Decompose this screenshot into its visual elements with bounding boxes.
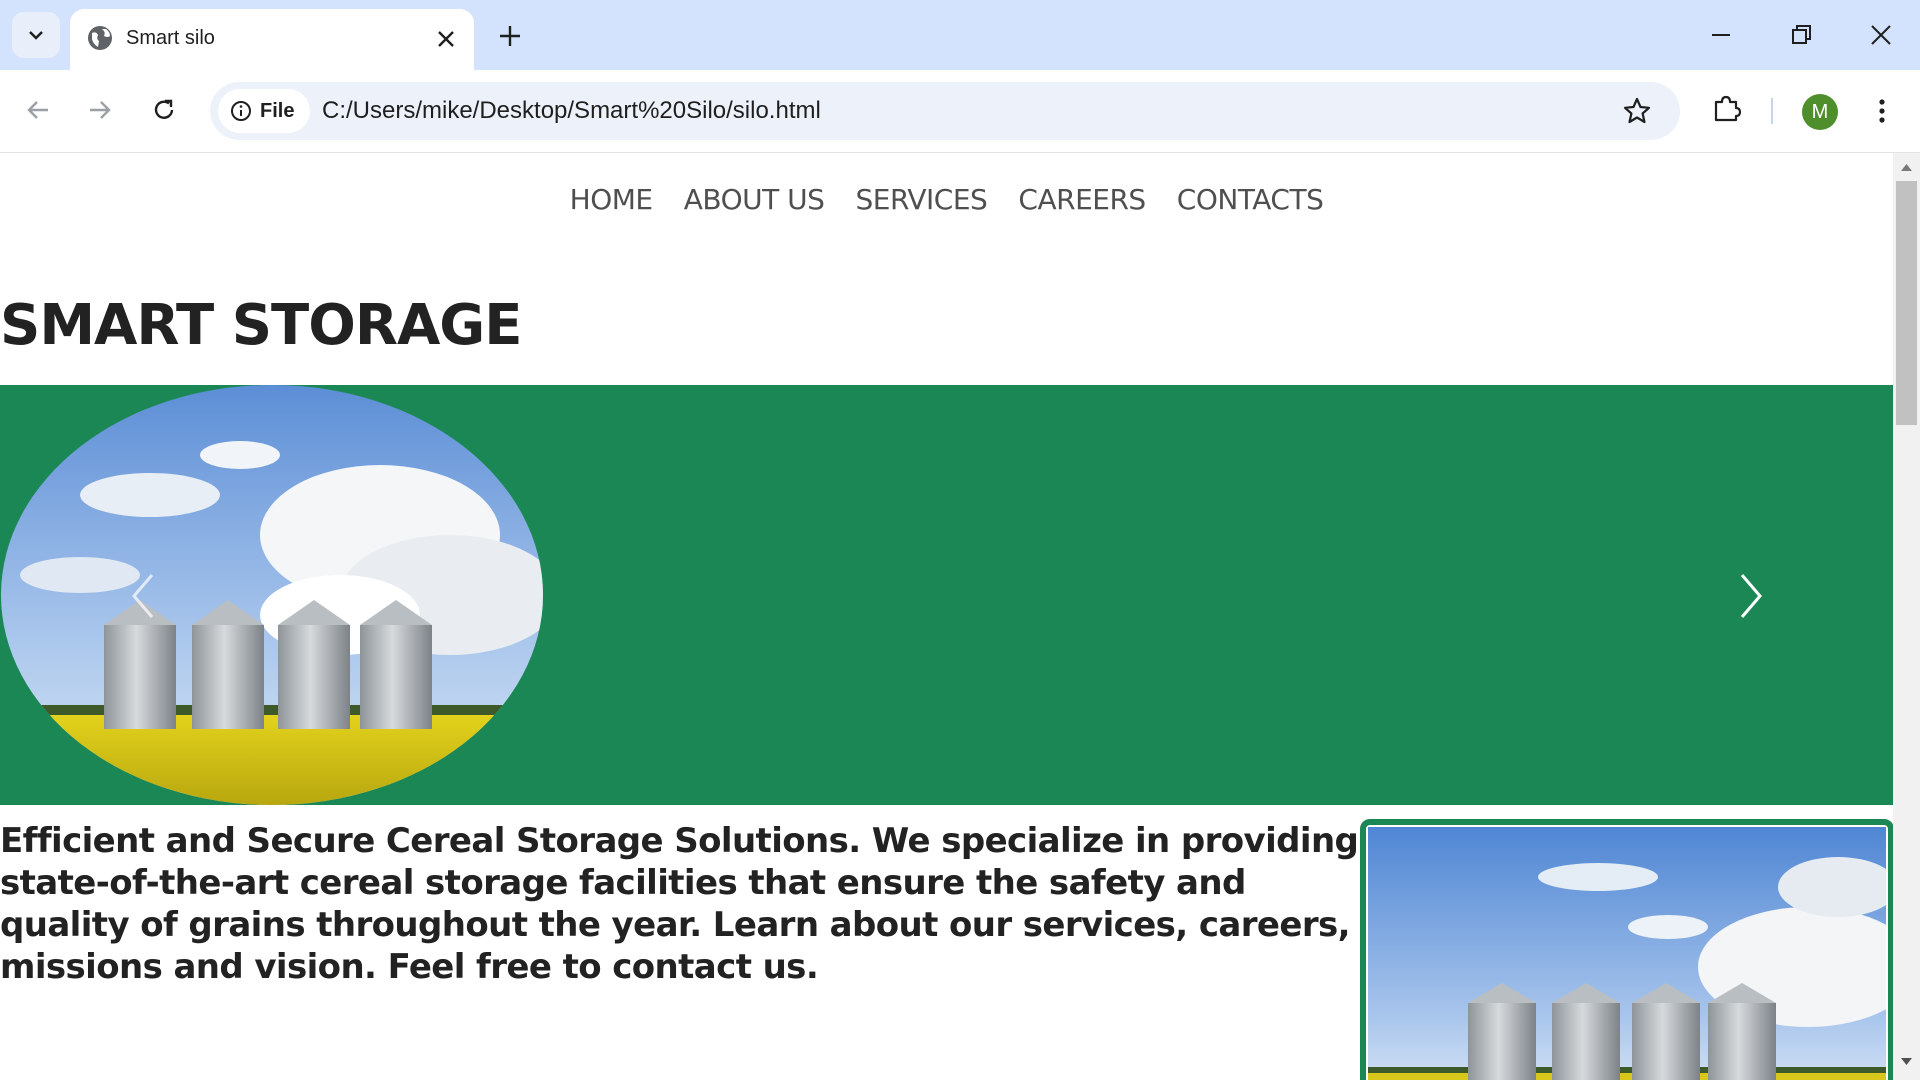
tab-search-button[interactable] [12,12,60,58]
intro-text: Efficient and Secure Cereal Storage Solu… [0,821,1359,987]
avatar[interactable]: M [1802,94,1838,130]
site-nav: HOME ABOUT US SERVICES CAREERS CONTACTS [0,183,1893,216]
minimize-icon[interactable] [1706,20,1736,50]
restore-icon[interactable] [1786,20,1816,50]
extensions-icon[interactable] [1710,92,1742,124]
globe-icon [88,26,112,50]
page-scrollbar[interactable] [1893,153,1920,1080]
info-icon [231,101,251,121]
tab-bar: Smart silo [0,0,1920,70]
side-image-card [1360,819,1893,1080]
tab-title: Smart silo [126,27,215,49]
silo-image-side [1368,827,1886,1080]
scroll-down-icon[interactable] [1899,1056,1914,1068]
chevron-left-icon[interactable] [128,571,158,621]
close-icon[interactable] [434,27,458,51]
star-icon[interactable] [1622,96,1652,126]
reload-icon[interactable] [148,94,180,126]
silo-image-oval [1,385,543,805]
window-close-icon[interactable] [1866,20,1896,50]
back-icon[interactable] [22,94,54,126]
plus-icon[interactable] [496,22,524,50]
forward-icon[interactable] [84,94,116,126]
chevron-right-icon[interactable] [1736,571,1766,621]
toolbar-divider [1771,98,1773,124]
nav-home[interactable]: HOME [570,183,653,216]
active-tab[interactable]: Smart silo [70,9,474,70]
nav-services[interactable]: SERVICES [855,183,987,216]
nav-contacts[interactable]: CONTACTS [1177,183,1324,216]
nav-about-us[interactable]: ABOUT US [684,183,825,216]
site-info-chip[interactable]: File [218,89,310,133]
page-title: SMART STORAGE [0,293,523,358]
scroll-up-icon[interactable] [1899,161,1914,173]
scrollbar-thumb[interactable] [1896,181,1917,425]
address-bar[interactable]: File C:/Users/mike/Desktop/Smart%20Silo/… [210,82,1680,140]
hero-carousel [0,385,1893,805]
url-text[interactable]: C:/Users/mike/Desktop/Smart%20Silo/silo.… [322,96,821,126]
file-chip-label: File [260,100,295,122]
browser-toolbar: File C:/Users/mike/Desktop/Smart%20Silo/… [0,70,1920,153]
page-viewport: HOME ABOUT US SERVICES CAREERS CONTACTS … [0,153,1893,1080]
chevron-down-icon [29,31,43,40]
more-icon[interactable] [1868,95,1896,127]
nav-careers[interactable]: CAREERS [1018,183,1146,216]
